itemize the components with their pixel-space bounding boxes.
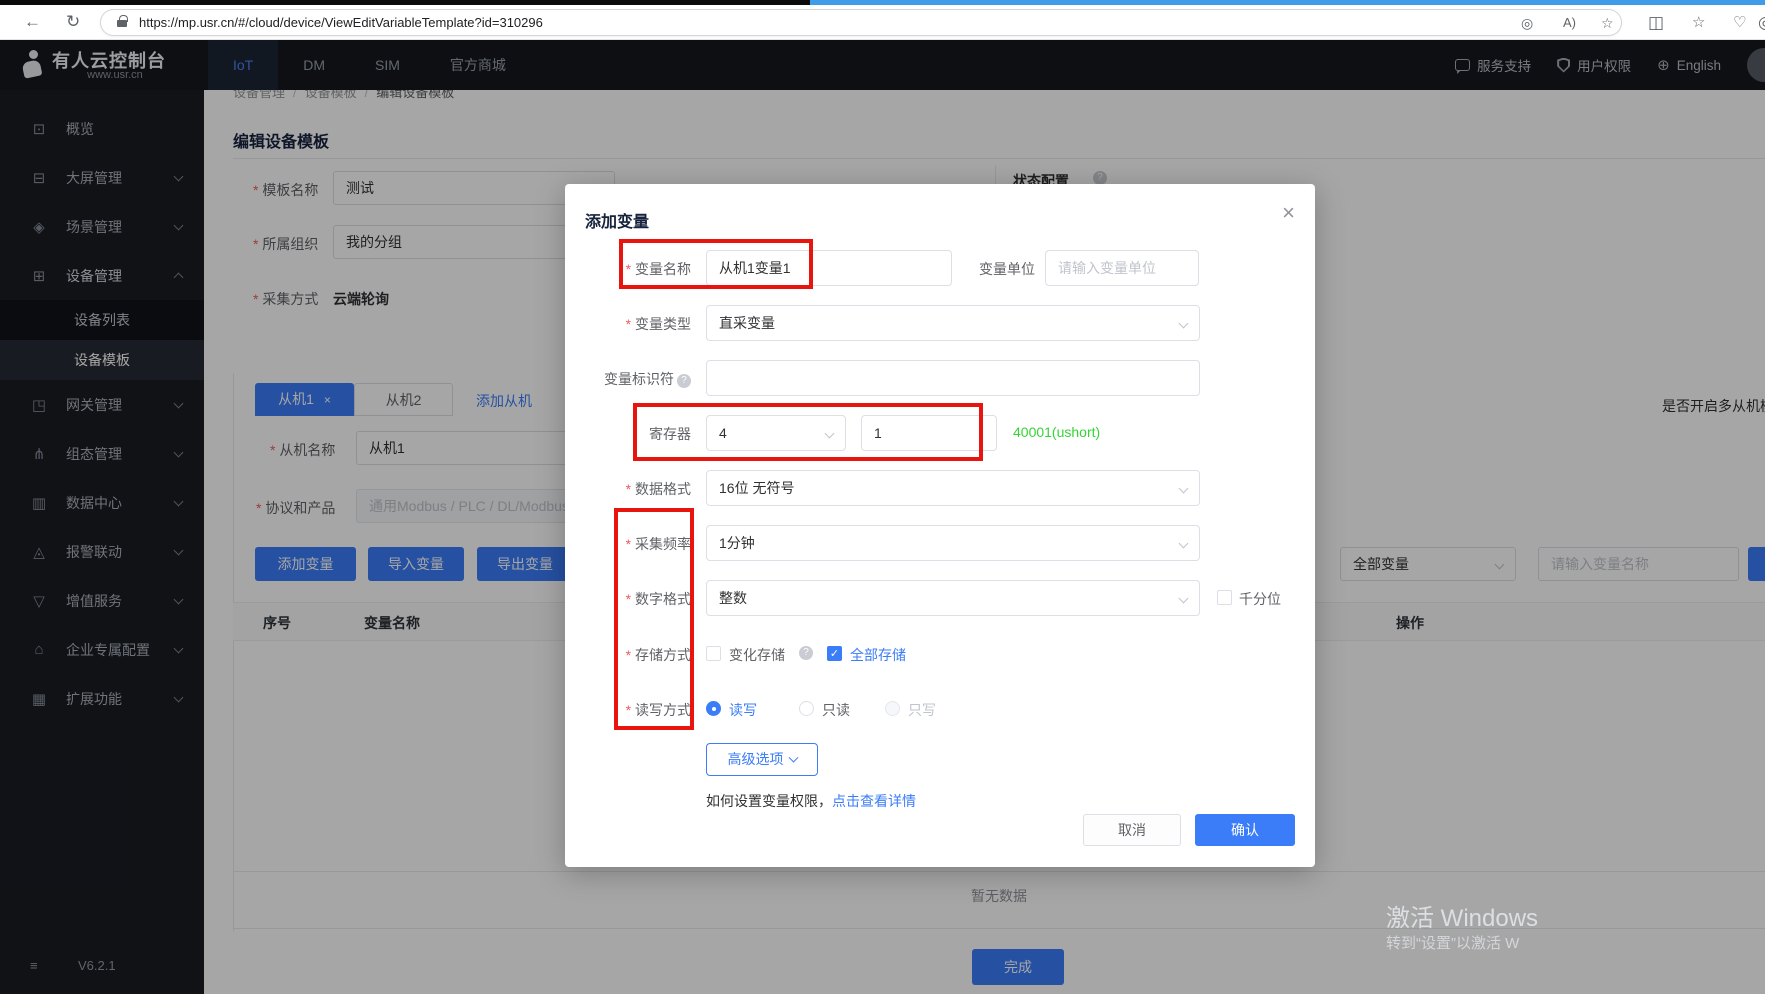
browser-toolbar: ← ↻ https://mp.usr.cn/#/cloud/device/Vie… bbox=[0, 5, 1765, 40]
change-storage-label: 变化存储 bbox=[729, 645, 785, 665]
row-register: 寄存器 4 40001(ushort) bbox=[565, 415, 1315, 451]
row-variable-name: 变量名称 变量单位 bbox=[565, 250, 1315, 286]
variable-type-label: 变量类型 bbox=[565, 314, 691, 334]
help-details-link[interactable]: 点击查看详情 bbox=[832, 793, 916, 809]
data-format-label: 数据格式 bbox=[565, 479, 691, 499]
add-variable-dialog: 添加变量 × 变量名称 变量单位 变量类型 直采变量 变量标识符 寄存器 4 4… bbox=[565, 184, 1315, 867]
dialog-footer: 取消 确认 bbox=[565, 814, 1315, 846]
variable-name-label: 变量名称 bbox=[565, 259, 691, 279]
chevron-down-icon bbox=[788, 753, 798, 763]
frequency-select[interactable]: 1分钟 bbox=[706, 525, 1200, 561]
variable-type-select[interactable]: 直采变量 bbox=[706, 305, 1200, 341]
help-text: 如何设置变量权限， bbox=[706, 793, 832, 809]
advanced-options-button[interactable]: 高级选项 bbox=[706, 743, 818, 776]
row-variable-type: 变量类型 直采变量 bbox=[565, 305, 1315, 341]
page-viewport: 有人云控制台 www.usr.cn IoT DM SIM 官方商城 服务支持 用… bbox=[0, 40, 1765, 994]
rw-option-readwrite[interactable]: 读写 bbox=[729, 700, 757, 720]
row-identifier: 变量标识符 bbox=[565, 360, 1315, 396]
register-address-input[interactable] bbox=[861, 415, 997, 451]
register-hint: 40001(ushort) bbox=[1013, 424, 1100, 440]
screen: ← ↻ https://mp.usr.cn/#/cloud/device/Vie… bbox=[0, 0, 1765, 994]
back-icon[interactable]: ← bbox=[24, 13, 41, 30]
row-read-write: 读写方式 读写 只读 只写 bbox=[565, 691, 1315, 727]
cancel-button[interactable]: 取消 bbox=[1083, 814, 1181, 846]
browser-chrome: ← ↻ https://mp.usr.cn/#/cloud/device/Vie… bbox=[0, 0, 1765, 40]
rw-radio-readwrite[interactable] bbox=[706, 701, 721, 716]
number-format-label: 数字格式 bbox=[565, 589, 691, 609]
dialog-title: 添加变量 bbox=[585, 208, 649, 232]
browser-essentials-icon[interactable]: ♡ bbox=[1733, 14, 1746, 31]
help-icon[interactable] bbox=[799, 646, 813, 660]
lock-icon bbox=[117, 20, 127, 27]
help-icon[interactable] bbox=[677, 374, 691, 388]
row-help: 如何设置变量权限，点击查看详情 bbox=[565, 791, 1315, 811]
row-storage: 存储方式 变化存储 ✓ 全部存储 bbox=[565, 636, 1315, 672]
read-aloud-icon[interactable]: A) bbox=[1563, 15, 1576, 30]
refresh-icon[interactable]: ↻ bbox=[66, 13, 80, 30]
rw-option-writeonly: 只写 bbox=[908, 700, 936, 720]
register-type-select[interactable]: 4 bbox=[706, 415, 846, 451]
favorite-star-icon[interactable]: ☆ bbox=[1601, 15, 1614, 32]
collections-icon[interactable]: ☆ bbox=[1692, 14, 1705, 31]
thousands-checkbox[interactable] bbox=[1217, 590, 1232, 605]
chevron-down-icon bbox=[825, 429, 835, 439]
thousands-label: 千分位 bbox=[1239, 589, 1281, 609]
row-number-format: 数字格式 整数 千分位 bbox=[565, 580, 1315, 616]
identifier-label: 变量标识符 bbox=[565, 369, 691, 389]
data-format-select[interactable]: 16位 无符号 bbox=[706, 470, 1200, 506]
storage-label: 存储方式 bbox=[565, 645, 691, 665]
url-text[interactable]: https://mp.usr.cn/#/cloud/device/ViewEdi… bbox=[139, 15, 543, 30]
row-frequency: 采集频率 1分钟 bbox=[565, 525, 1315, 561]
register-label: 寄存器 bbox=[565, 424, 691, 444]
change-storage-checkbox[interactable] bbox=[706, 646, 721, 661]
all-storage-checkbox[interactable]: ✓ bbox=[827, 646, 842, 661]
chevron-down-icon bbox=[1179, 539, 1189, 549]
rw-option-readonly[interactable]: 只读 bbox=[822, 700, 850, 720]
split-screen-icon[interactable]: ◫ bbox=[1648, 14, 1664, 31]
rw-radio-readonly[interactable] bbox=[799, 701, 814, 716]
variable-unit-label: 变量单位 bbox=[915, 259, 1035, 279]
confirm-button[interactable]: 确认 bbox=[1195, 814, 1295, 846]
address-bar[interactable]: https://mp.usr.cn/#/cloud/device/ViewEdi… bbox=[100, 9, 1622, 36]
row-data-format: 数据格式 16位 无符号 bbox=[565, 470, 1315, 506]
windows-activation-watermark-sub: 转到“设置”以激活 W bbox=[1386, 932, 1519, 953]
edge-menu-icon[interactable]: ◎ bbox=[1758, 14, 1765, 31]
chevron-down-icon bbox=[1179, 319, 1189, 329]
number-format-select[interactable]: 整数 bbox=[706, 580, 1200, 616]
identifier-input[interactable] bbox=[706, 360, 1200, 396]
windows-activation-watermark: 激活 Windows bbox=[1386, 898, 1538, 933]
row-advanced: 高级选项 bbox=[565, 743, 1315, 776]
close-icon[interactable]: × bbox=[1282, 202, 1295, 224]
frequency-label: 采集频率 bbox=[565, 534, 691, 554]
variable-unit-input[interactable] bbox=[1045, 250, 1199, 286]
chevron-down-icon bbox=[1179, 594, 1189, 604]
chevron-down-icon bbox=[1179, 484, 1189, 494]
rw-radio-writeonly[interactable] bbox=[885, 701, 900, 716]
location-icon[interactable]: ◎ bbox=[1521, 15, 1533, 32]
all-storage-label: 全部存储 bbox=[850, 645, 906, 665]
read-write-label: 读写方式 bbox=[565, 700, 691, 720]
